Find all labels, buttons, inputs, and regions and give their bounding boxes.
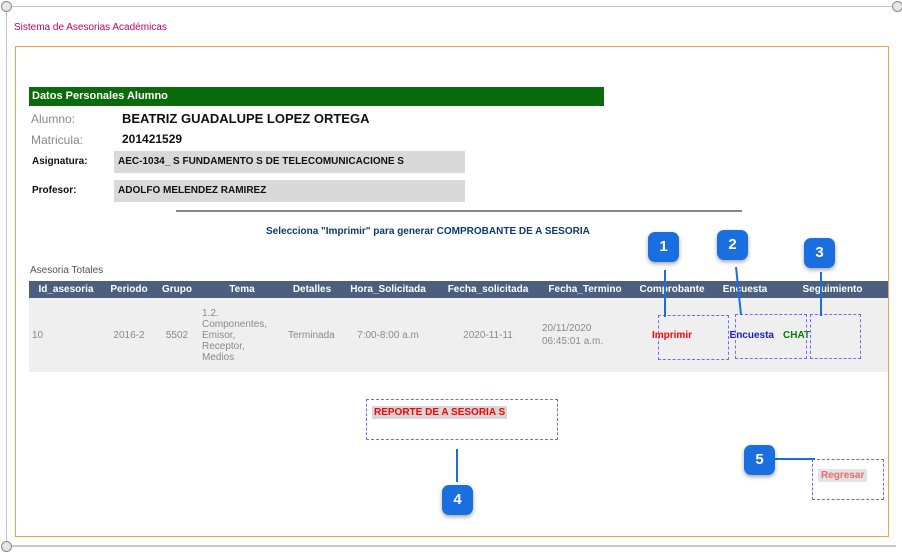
highlight-box-reporte [366,399,558,440]
column-header: Seguimiento [777,281,888,298]
window-left-border [6,6,7,546]
callout-badge-2: 2 [717,230,748,260]
tema-line: Medios [202,351,235,363]
callout-badge-4: 4 [442,485,473,515]
corner-handle-icon [1,1,12,12]
tema-line: Emisor, [202,329,236,341]
cell-fecha-termino: 20/11/2020 06:45:01 a.m. [539,298,631,372]
alumno-label: Alumno: [31,112,76,126]
highlight-box-encuesta [735,314,807,359]
column-header: Tema [199,281,285,298]
matricula-label: Matricula: [31,133,84,147]
highlight-box-regresar [812,459,884,500]
column-header: Detalles [285,281,339,298]
divider [176,210,742,212]
asignatura-value: AEC-1034_ S FUNDAMENTO S DE TELECOMUNICA… [114,151,465,173]
instruction-text: Selecciona "Imprimir" para generar COMPR… [266,226,590,237]
fecha-termino-time: 06:45:01 a.m. [542,336,604,347]
app-title: Sistema de Asesorias Académicas [14,22,167,33]
cell-id: 10 [29,298,103,372]
profesor-value: ADOLFO MELENDEZ RAMIREZ [114,180,465,202]
window-bottom-border [6,545,896,547]
column-header: Periodo [103,281,155,298]
column-header: Grupo [155,281,199,298]
window-top-border [6,6,896,7]
cell-tema: 1.2. Componentes, Emisor, Receptor, Medi… [199,298,285,372]
callout-leader-1 [664,270,666,317]
callout-badge-5: 5 [744,445,775,475]
callout-leader-4 [456,449,458,482]
cell-grupo: 5502 [155,298,199,372]
column-header: Hora_Solicitada [339,281,437,298]
corner-handle-icon [1,541,12,552]
asignatura-label: Asignatura: [32,156,88,167]
cell-hora: 7:00-8:00 a.m [339,298,437,372]
column-header: Fecha_solicitada [437,281,539,298]
tema-line: Componentes, [202,318,268,330]
cell-periodo: 2016-2 [103,298,155,372]
matricula-value: 201421529 [122,132,183,146]
callout-leader-3 [820,272,822,316]
column-header: Encuesta [713,281,777,298]
table-header-row: Id_asesoria Periodo Grupo Tema Detalles … [29,281,888,298]
table-caption: Asesoria Totales [30,265,104,276]
fecha-termino-date: 20/11/2020 [542,323,592,334]
cell-detalles: Terminada [285,298,339,372]
tema-line: 1.2. [202,307,219,319]
column-header: Fecha_Termino [539,281,631,298]
callout-badge-1: 1 [648,232,679,262]
highlight-box-imprimir [658,315,729,360]
callout-leader-5 [775,458,815,460]
profesor-label: Profesor: [32,185,77,196]
alumno-value: BEATRIZ GUADALUPE LOPEZ ORTEGA [122,111,370,126]
corner-handle-icon [892,1,902,12]
column-header: Comprobante [631,281,713,298]
cell-fecha-solicitada: 2020-11-11 [437,298,539,372]
column-header: Id_asesoria [29,281,103,298]
callout-badge-3: 3 [804,238,835,268]
tema-line: Receptor, [202,340,245,352]
section-header-personal-data: Datos Personales Alumno [29,87,604,106]
highlight-box-chat [810,314,861,359]
